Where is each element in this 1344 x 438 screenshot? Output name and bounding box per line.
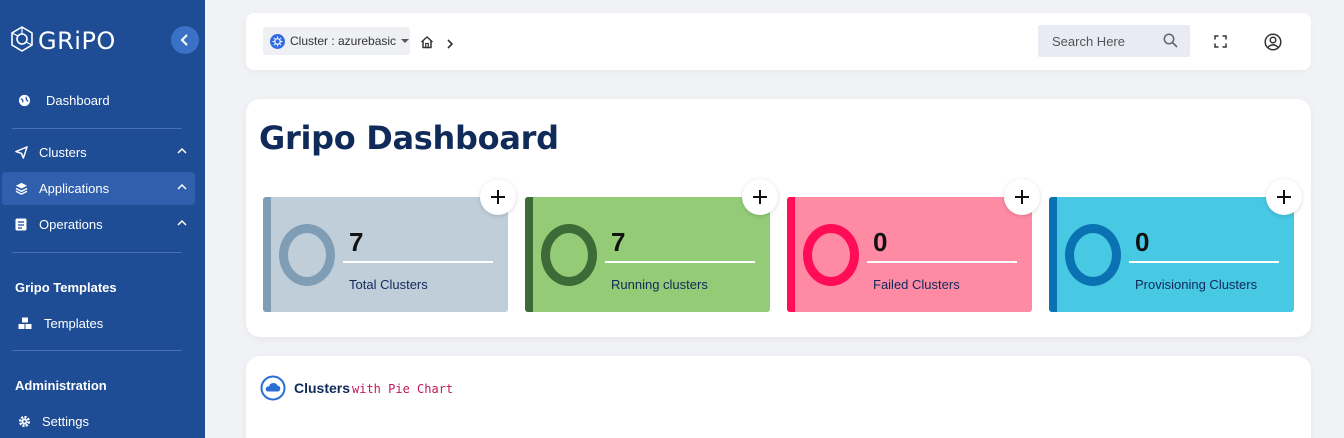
globe-icon [17, 94, 31, 108]
stat-label: Running clusters [611, 277, 708, 292]
sidebar-divider [12, 350, 182, 351]
chevron-up-icon [177, 147, 187, 154]
fullscreen-icon[interactable] [1214, 35, 1227, 53]
plus-icon [1015, 190, 1029, 204]
stat-card-failed-clusters[interactable]: 0 Failed Clusters [787, 179, 1040, 312]
ring-icon [1065, 224, 1121, 286]
stat-card-provisioning-clusters[interactable]: 0 Provisioning Clusters [1049, 179, 1302, 312]
ring-icon [279, 224, 335, 286]
stat-accent-bar [787, 197, 795, 312]
stat-value: 7 [349, 227, 364, 257]
sidebar-divider [12, 252, 182, 253]
stat-card-running-clusters[interactable]: 7 Running clusters [525, 179, 778, 312]
sidebar-item-label: Clusters [39, 145, 87, 160]
ring-icon [541, 224, 597, 286]
gear-icon [17, 415, 31, 429]
sidebar-divider [12, 128, 182, 129]
cluster-select-value: Cluster : azurebasic [290, 34, 397, 48]
chevron-up-icon [177, 219, 187, 226]
cubes-icon [18, 317, 32, 331]
stat-accent-bar [525, 197, 533, 312]
plus-icon [1277, 190, 1291, 204]
sidebar-item-operations[interactable]: Operations [2, 208, 195, 241]
stat-value: 0 [1135, 227, 1150, 257]
sidebar-item-label: Operations [39, 217, 103, 232]
clusters-section-title: Clusters [294, 380, 351, 396]
brand-name: GRiPO [38, 27, 116, 55]
clusters-section-subtitle: with Pie Chart [352, 382, 454, 396]
sidebar-item-clusters[interactable]: Clusters [2, 136, 195, 169]
sidebar: GRiPO Dashboard Clusters Applications Op… [0, 0, 205, 438]
cloud-icon [260, 375, 286, 406]
add-cluster-button[interactable] [480, 179, 516, 215]
sidebar-item-label: Dashboard [46, 93, 110, 108]
home-icon[interactable] [420, 35, 434, 54]
gripo-logo-icon [8, 25, 36, 58]
stat-divider [1129, 261, 1279, 263]
add-failed-button[interactable] [1004, 179, 1040, 215]
sidebar-collapse-button[interactable] [171, 26, 199, 54]
section-title-templates: Gripo Templates [15, 280, 117, 295]
stat-value: 0 [873, 227, 888, 257]
search-icon[interactable] [1163, 33, 1178, 51]
sidebar-item-label: Templates [44, 316, 104, 331]
stat-divider [867, 261, 1017, 263]
add-provisioning-button[interactable] [1266, 179, 1302, 215]
sidebar-item-label: Applications [39, 181, 110, 196]
top-bar: Cluster : azurebasic [246, 13, 1311, 70]
stat-accent-bar [1049, 197, 1057, 312]
sidebar-item-settings[interactable]: Settings [2, 405, 195, 438]
stat-divider [605, 261, 755, 263]
stat-label: Provisioning Clusters [1135, 277, 1258, 292]
breadcrumb-chevron-right-icon [446, 36, 454, 54]
brand-logo[interactable]: GRiPO [8, 25, 116, 58]
sidebar-item-dashboard[interactable]: Dashboard [2, 84, 195, 117]
stat-divider [343, 261, 493, 263]
chevron-up-icon [177, 183, 187, 190]
stat-card-total-clusters[interactable]: 7 Total Clusters [263, 179, 516, 312]
stat-label: Total Clusters [349, 277, 428, 292]
plus-icon [491, 190, 505, 204]
stat-value: 7 [611, 227, 626, 257]
sidebar-item-templates[interactable]: Templates [2, 307, 195, 340]
stat-accent-bar [263, 197, 271, 312]
section-title-administration: Administration [15, 378, 107, 393]
ring-icon [803, 224, 859, 286]
kubernetes-icon [270, 33, 285, 49]
plus-icon [753, 190, 767, 204]
dashboard-card: Gripo Dashboard 7 Total Clusters 7 Runni… [246, 99, 1311, 337]
chevron-left-icon [180, 34, 188, 46]
cluster-select-dropdown[interactable]: Cluster : azurebasic [263, 27, 410, 55]
layers-icon [14, 182, 28, 196]
sidebar-item-applications[interactable]: Applications [2, 172, 195, 205]
clusters-pie-card: Clusters with Pie Chart [246, 356, 1311, 438]
caret-down-icon [401, 39, 410, 43]
page-title: Gripo Dashboard [259, 119, 559, 157]
document-icon [14, 218, 28, 232]
add-running-button[interactable] [742, 179, 778, 215]
search-input[interactable] [1052, 33, 1162, 49]
stat-label: Failed Clusters [873, 277, 960, 292]
send-icon [14, 146, 28, 160]
user-profile-icon[interactable] [1264, 33, 1282, 56]
sidebar-item-label: Settings [42, 414, 89, 429]
search-box [1038, 25, 1190, 57]
